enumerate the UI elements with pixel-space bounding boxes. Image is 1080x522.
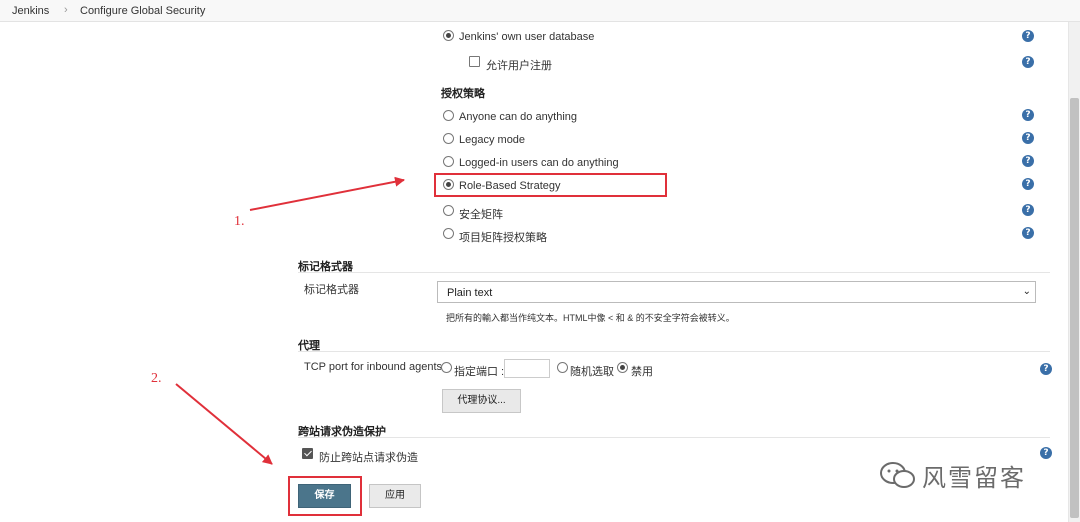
annotation-arrows — [175, 176, 405, 465]
annotation-step1: 1. — [234, 214, 245, 229]
scrollbar-thumb[interactable] — [1070, 98, 1079, 518]
arrow-step2 — [175, 383, 273, 465]
annotation-step2: 2. — [151, 371, 162, 386]
watermark-text: 风雪留客 — [922, 464, 1026, 492]
wechat-icon — [880, 462, 915, 488]
arrow-step1 — [249, 176, 405, 211]
